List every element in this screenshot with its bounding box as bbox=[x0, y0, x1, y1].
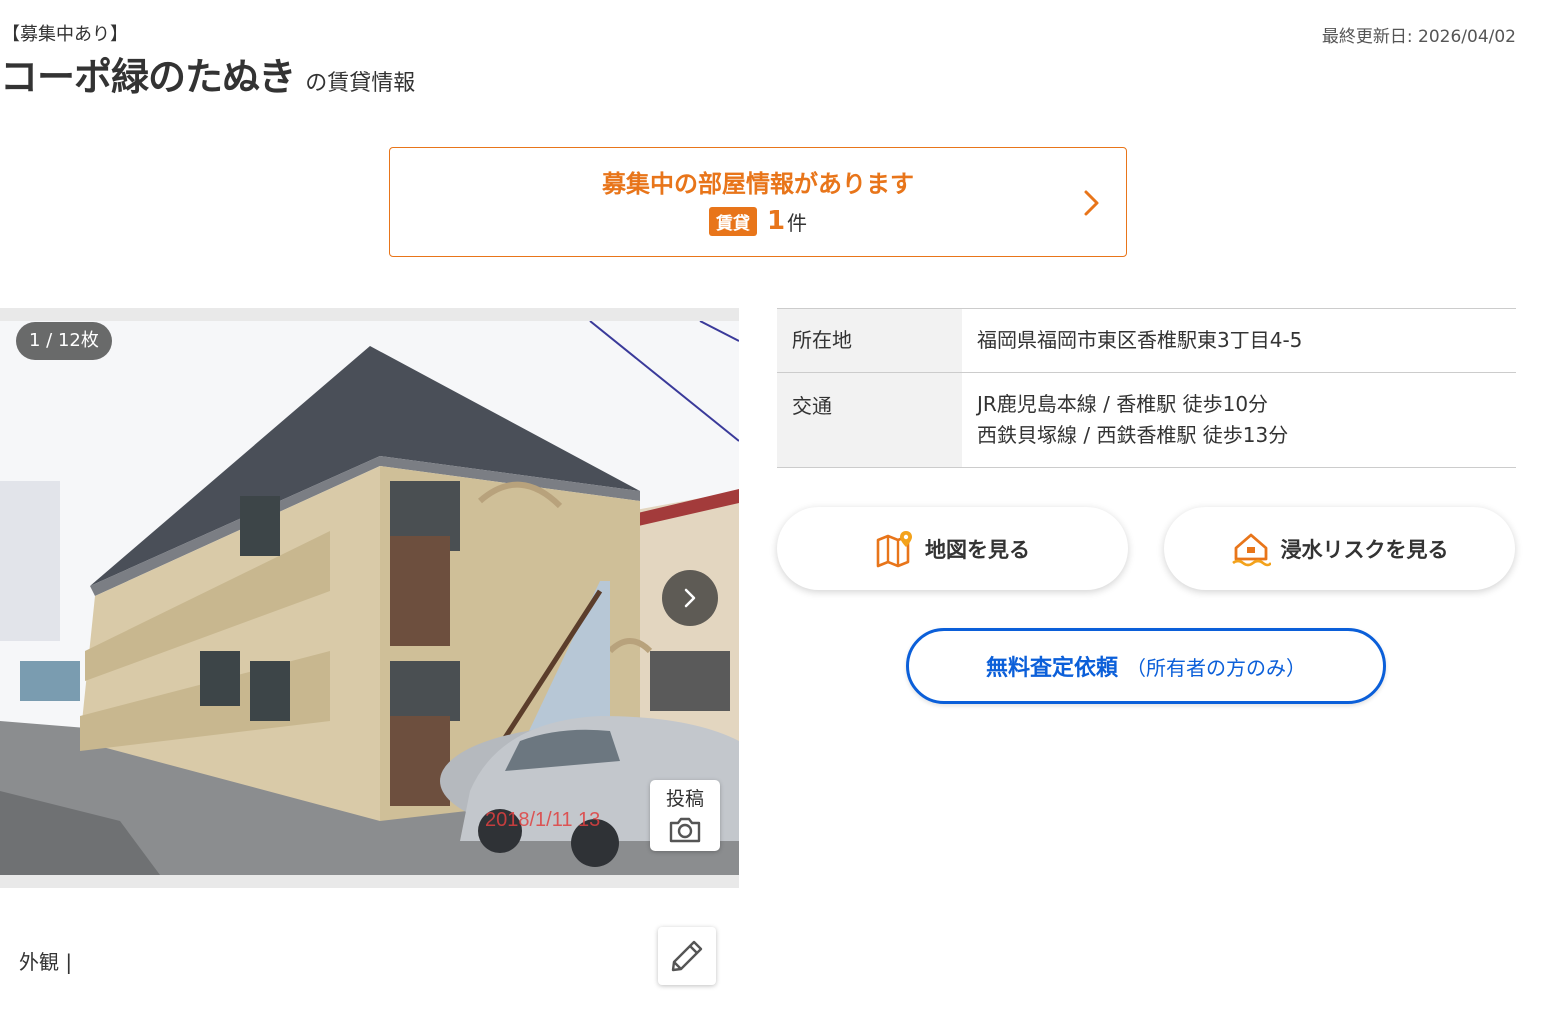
photo-caption: 外観 | bbox=[19, 950, 73, 974]
flood-risk-button[interactable]: 浸水リスクを見る bbox=[1164, 507, 1515, 590]
vacancy-count-unit: 件 bbox=[787, 210, 808, 235]
photo-gallery[interactable]: 2018/1/11 13 bbox=[0, 308, 739, 888]
access-label: 交通 bbox=[777, 372, 962, 468]
table-row-address: 所在地 福岡県福岡市東区香椎駅東3丁目4-5 bbox=[777, 308, 1516, 373]
post-label: 投稿 bbox=[665, 788, 704, 810]
appraisal-label: 無料査定依頼 bbox=[985, 656, 1118, 681]
flood-house-icon bbox=[1231, 533, 1271, 566]
access-value: JR鹿児島本線 / 香椎駅 徒歩10分 西鉄貝塚線 / 西鉄香椎駅 徒歩13分 bbox=[962, 372, 1516, 468]
address-label: 所在地 bbox=[777, 308, 962, 373]
chevron-right-icon bbox=[1084, 190, 1099, 216]
post-photo-button[interactable]: 投稿 bbox=[650, 780, 720, 851]
vacancy-banner-link[interactable]: 募集中の部屋情報があります 賃貸 1 件 bbox=[389, 147, 1127, 257]
status-tag: 【募集中あり】 bbox=[2, 24, 128, 45]
table-row-access: 交通 JR鹿児島本線 / 香椎駅 徒歩10分 西鉄貝塚線 / 西鉄香椎駅 徒歩1… bbox=[777, 372, 1516, 468]
svg-text:2018/1/11 13: 2018/1/11 13 bbox=[485, 809, 600, 831]
title-suffix: の賃貸情報 bbox=[305, 71, 416, 96]
next-photo-button[interactable] bbox=[662, 570, 718, 626]
edit-caption-button[interactable] bbox=[658, 927, 716, 985]
vacancy-title: 募集中の部屋情報があります bbox=[602, 170, 914, 198]
pencil-icon bbox=[671, 940, 703, 972]
vacancy-count: 1 bbox=[766, 206, 786, 236]
page-title: コーポ緑のたぬき bbox=[0, 55, 296, 99]
appraisal-note: （所有者の方のみ） bbox=[1126, 655, 1306, 680]
flood-risk-label: 浸水リスクを見る bbox=[1280, 537, 1449, 562]
rent-badge: 賃貸 bbox=[708, 206, 757, 236]
map-pin-icon bbox=[876, 530, 912, 567]
chevron-right-icon bbox=[684, 588, 696, 608]
access-line: 西鉄貝塚線 / 西鉄香椎駅 徒歩13分 bbox=[977, 423, 1289, 447]
last-updated: 最終更新日: 2026/04/02 bbox=[1321, 27, 1516, 47]
view-map-label: 地図を見る bbox=[925, 537, 1030, 562]
title-row: コーポ緑のたぬき の賃貸情報 bbox=[0, 46, 415, 101]
photo-counter: 1 / 12枚 bbox=[16, 322, 112, 360]
building-photo: 2018/1/11 13 bbox=[0, 321, 739, 875]
camera-icon bbox=[669, 817, 701, 843]
view-map-button[interactable]: 地図を見る bbox=[777, 507, 1128, 590]
access-line: JR鹿児島本線 / 香椎駅 徒歩10分 bbox=[977, 392, 1269, 416]
vacancy-count-row: 賃貸 1 件 bbox=[390, 206, 1126, 236]
property-info-table: 所在地 福岡県福岡市東区香椎駅東3丁目4-5 交通 JR鹿児島本線 / 香椎駅 … bbox=[777, 308, 1516, 468]
free-appraisal-button[interactable]: 無料査定依頼 （所有者の方のみ） bbox=[906, 628, 1386, 704]
address-value: 福岡県福岡市東区香椎駅東3丁目4-5 bbox=[962, 308, 1516, 373]
